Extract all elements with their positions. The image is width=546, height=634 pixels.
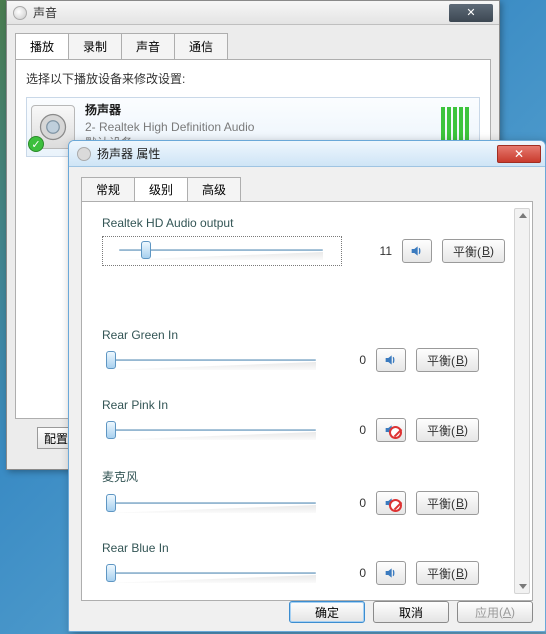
sound-close-button[interactable]: ✕ [449, 4, 493, 22]
tab-advanced[interactable]: 高级 [187, 177, 241, 201]
mute-button[interactable] [402, 239, 432, 263]
speaker-properties-window: . 扬声器 属性 ✕ 常规 级别 高级 Realtek HD Audio out… [68, 140, 546, 632]
dialog-buttons: 确定 取消 应用(A) [289, 601, 533, 623]
channel-label: 麦克风 [102, 468, 522, 485]
channel-0: Realtek HD Audio output 11 平衡(B) [102, 216, 522, 266]
channel-focus-box [102, 236, 342, 266]
props-title: 扬声器 属性 [97, 145, 160, 162]
channel-label: Rear Green In [102, 328, 522, 342]
volume-slider[interactable] [106, 498, 316, 508]
instruction-text: 选择以下播放设备来修改设置: [26, 70, 480, 87]
mute-button[interactable] [376, 491, 406, 515]
apply-button[interactable]: 应用(A) [457, 601, 533, 623]
volume-value: 0 [326, 423, 366, 437]
device-driver: 2- Realtek High Definition Audio [85, 119, 254, 136]
volume-value: 11 [352, 244, 392, 258]
tab-communications[interactable]: 通信 [174, 33, 228, 59]
volume-slider[interactable] [106, 568, 316, 578]
mute-button[interactable] [376, 348, 406, 372]
tab-recording[interactable]: 录制 [68, 33, 122, 59]
tab-general[interactable]: 常规 [81, 177, 135, 201]
levels-scrollbar[interactable] [514, 208, 530, 594]
channel-1: Rear Green In 0 平衡(B) [102, 328, 522, 372]
levels-panel: Realtek HD Audio output 11 平衡(B) Rear Gr… [81, 201, 533, 601]
balance-button[interactable]: 平衡(B) [416, 418, 479, 442]
mute-button[interactable] [376, 418, 406, 442]
balance-button[interactable]: 平衡(B) [416, 491, 479, 515]
balance-button[interactable]: 平衡(B) [442, 239, 505, 263]
sound-titlebar[interactable]: . 声音 ✕ [7, 1, 499, 25]
sound-tabs: 播放 录制 声音 通信 [7, 25, 499, 59]
props-close-button[interactable]: ✕ [497, 145, 541, 163]
channel-label: Rear Pink In [102, 398, 522, 412]
volume-slider[interactable] [106, 425, 316, 435]
volume-value: 0 [326, 353, 366, 367]
props-titlebar[interactable]: . 扬声器 属性 ✕ [69, 141, 545, 167]
balance-button[interactable]: 平衡(B) [416, 561, 479, 585]
balance-button[interactable]: 平衡(B) [416, 348, 479, 372]
volume-value: 0 [326, 566, 366, 580]
volume-slider[interactable] [106, 355, 316, 365]
tab-playback[interactable]: 播放 [15, 33, 69, 59]
props-tabs: 常规 级别 高级 [81, 177, 533, 201]
channel-3: 麦克风 0 平衡(B) [102, 468, 522, 515]
device-name: 扬声器 [85, 102, 254, 119]
props-app-icon: . [77, 147, 91, 161]
channel-label: Realtek HD Audio output [102, 216, 522, 230]
channel-label: Rear Blue In [102, 541, 522, 555]
cancel-button[interactable]: 取消 [373, 601, 449, 623]
mute-button[interactable] [376, 561, 406, 585]
tab-levels[interactable]: 级别 [134, 177, 188, 201]
ok-button[interactable]: 确定 [289, 601, 365, 623]
channel-2: Rear Pink In 0 平衡(B) [102, 398, 522, 442]
sound-app-icon: . [13, 6, 27, 20]
volume-value: 0 [326, 496, 366, 510]
volume-slider[interactable] [119, 245, 323, 255]
default-check-icon: ✓ [28, 136, 44, 152]
channel-4: Rear Blue In 0 平衡(B) [102, 541, 522, 585]
tab-sounds[interactable]: 声音 [121, 33, 175, 59]
sound-title: 声音 [33, 4, 57, 21]
